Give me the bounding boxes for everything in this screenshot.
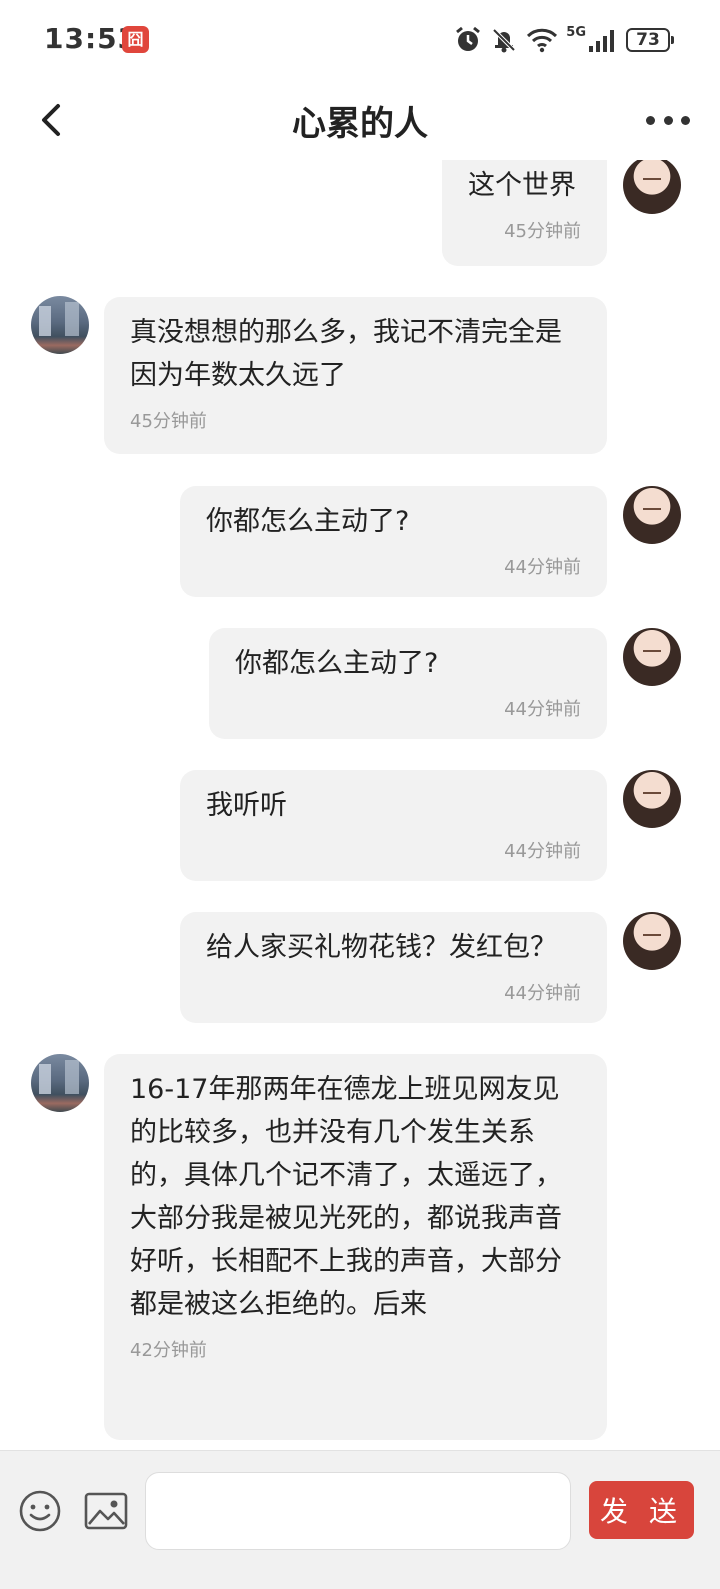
message-bubble[interactable]: 真没想想的那么多，我记不清完全是因为年数太久远了 45分钟前 bbox=[104, 297, 607, 454]
message-text: 我听听 bbox=[206, 790, 287, 821]
message-time: 44分钟前 bbox=[504, 557, 581, 578]
battery-icon: 73 bbox=[626, 28, 674, 52]
my-avatar[interactable] bbox=[623, 160, 681, 214]
image-icon[interactable] bbox=[84, 1491, 128, 1531]
more-dots-icon[interactable] bbox=[646, 100, 690, 140]
message-time: 44分钟前 bbox=[504, 983, 581, 1004]
message-text: 你都怎么主动了? bbox=[206, 506, 410, 537]
message-time: 42分钟前 bbox=[130, 1340, 207, 1361]
message-bubble[interactable]: 这个世界 45分钟前 bbox=[442, 160, 607, 266]
message-bubble[interactable]: 你都怎么主动了? 44分钟前 bbox=[180, 486, 607, 597]
send-button[interactable]: 发 送 bbox=[589, 1481, 694, 1539]
my-avatar[interactable] bbox=[623, 770, 681, 828]
message-bubble[interactable]: 你都怎么主动了? 44分钟前 bbox=[209, 628, 607, 739]
chat-header: 心累的人 bbox=[0, 80, 720, 160]
network-type: 5G bbox=[566, 24, 586, 40]
message-time: 45分钟前 bbox=[130, 411, 207, 432]
message-text: 你都怎么主动了? bbox=[235, 648, 439, 679]
my-avatar[interactable] bbox=[623, 628, 681, 686]
contact-avatar[interactable] bbox=[31, 296, 89, 354]
signal-icon bbox=[589, 30, 614, 52]
message-text: 真没想想的那么多，我记不清完全是因为年数太久远了 bbox=[130, 317, 562, 391]
message-bubble[interactable]: 给人家买礼物花钱？发红包？ 44分钟前 bbox=[180, 912, 607, 1023]
message-input[interactable] bbox=[145, 1472, 571, 1550]
message-text: 这个世界 bbox=[468, 170, 576, 201]
my-avatar[interactable] bbox=[623, 486, 681, 544]
message-time: 44分钟前 bbox=[504, 841, 581, 862]
message-bubble[interactable]: 我听听 44分钟前 bbox=[180, 770, 607, 881]
status-icons: 5G 73 bbox=[454, 24, 674, 56]
wifi-icon bbox=[527, 28, 558, 53]
message-time: 44分钟前 bbox=[504, 699, 581, 720]
app-notification-icon: 囧 bbox=[122, 26, 149, 53]
input-bar: 发 送 bbox=[0, 1450, 720, 1589]
alarm-icon bbox=[456, 26, 481, 51]
page-title: 心累的人 bbox=[292, 104, 428, 144]
contact-avatar[interactable] bbox=[31, 1054, 89, 1112]
mute-bell-icon bbox=[492, 28, 516, 53]
message-bubble[interactable]: 16-17年那两年在德龙上班见网友见的比较多，也并没有几个发生关系的，具体几个记… bbox=[104, 1054, 607, 1440]
message-text: 给人家买礼物花钱？发红包？ bbox=[206, 932, 557, 963]
my-avatar[interactable] bbox=[623, 912, 681, 970]
message-time: 45分钟前 bbox=[504, 221, 581, 242]
message-list[interactable]: 这个世界 45分钟前 真没想想的那么多，我记不清完全是因为年数太久远了 45分钟… bbox=[0, 160, 720, 1450]
status-bar: 13:53 囧 5G 73 bbox=[0, 0, 720, 80]
emoji-icon[interactable] bbox=[18, 1489, 62, 1533]
message-text: 16-17年那两年在德龙上班见网友见的比较多，也并没有几个发生关系的，具体几个记… bbox=[130, 1074, 562, 1320]
